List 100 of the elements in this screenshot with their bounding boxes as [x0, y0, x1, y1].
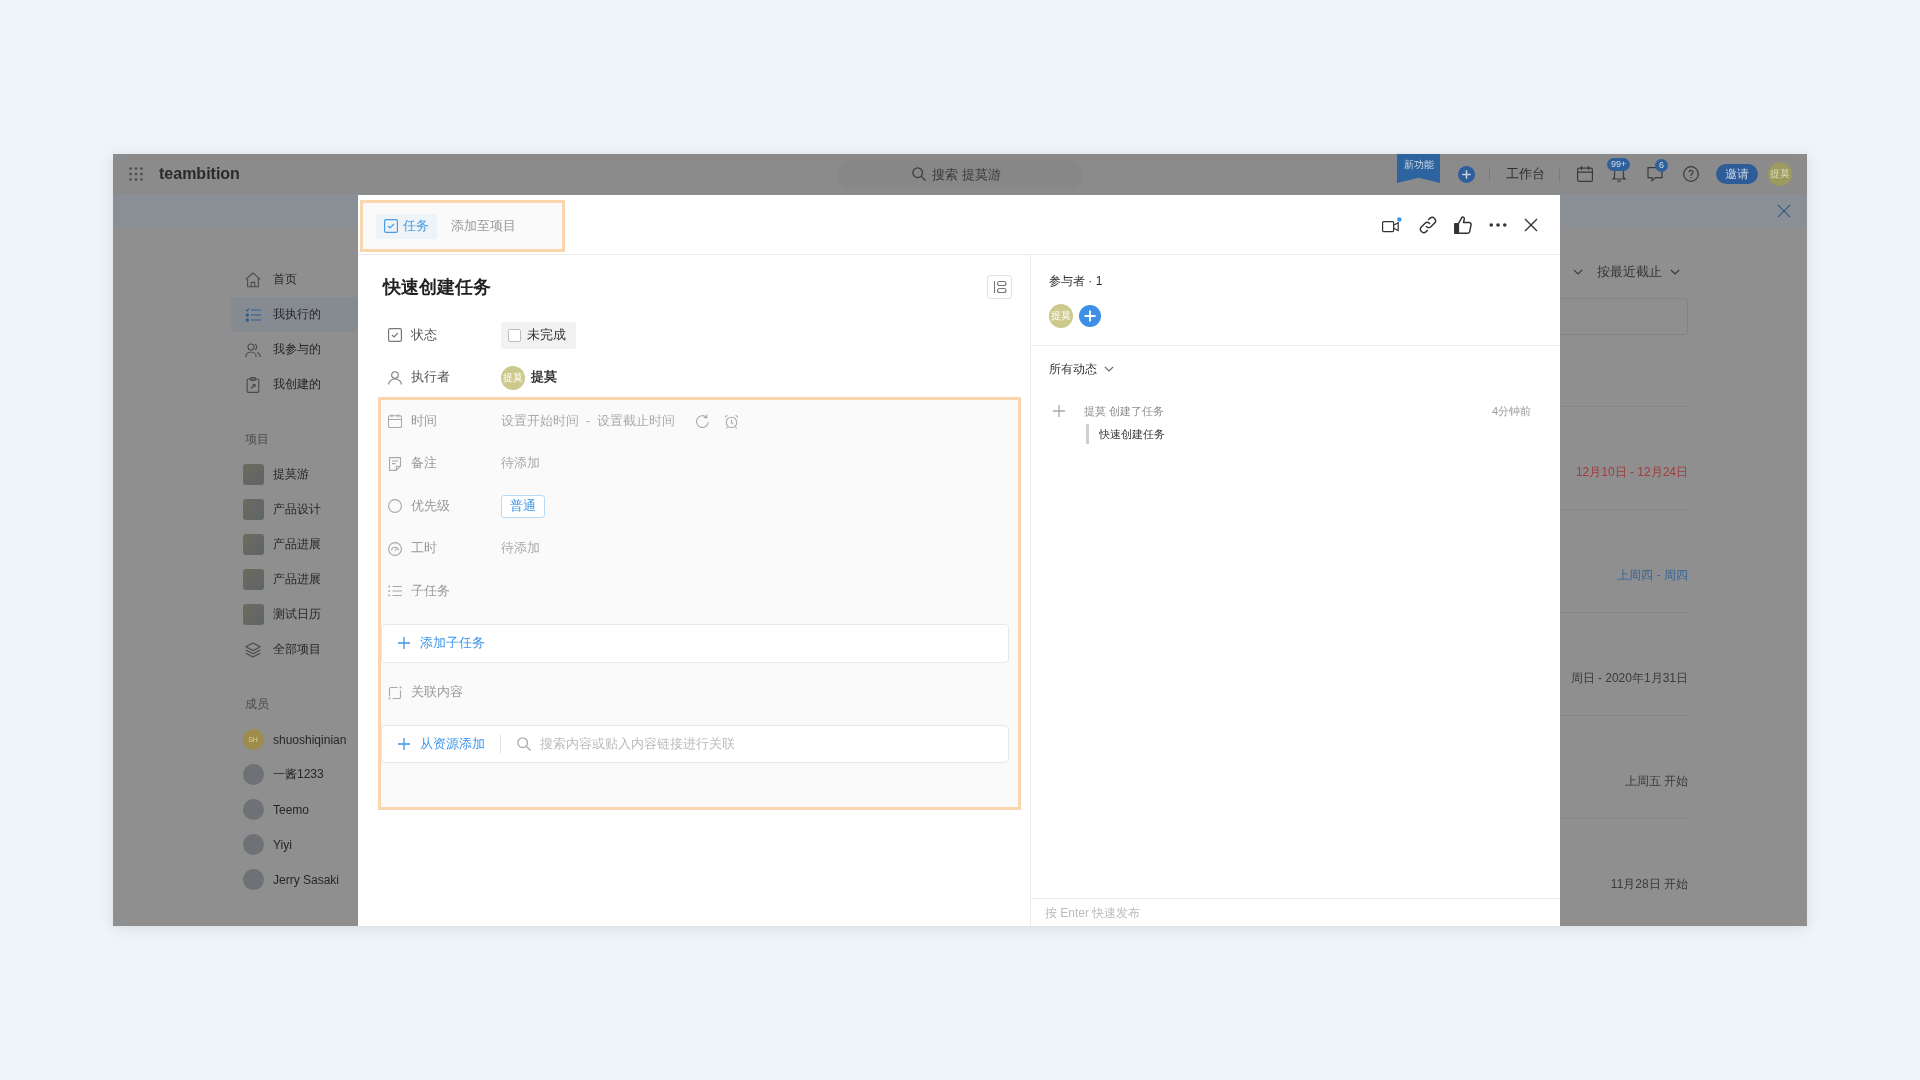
notification-count: 99+ — [1607, 158, 1631, 171]
note-icon — [388, 456, 402, 471]
home-icon — [245, 271, 261, 288]
section-heading: 项目 — [244, 431, 269, 448]
invite-button[interactable]: 邀请 — [1716, 164, 1758, 184]
task-title: 快速创建任务 — [383, 276, 491, 299]
member-avatar — [242, 834, 264, 855]
calendar-icon[interactable] — [1577, 166, 1593, 182]
layout-icon — [992, 280, 1007, 294]
priority-tag[interactable]: 普通 — [501, 494, 545, 518]
project-item[interactable]: 产品进展 — [231, 527, 358, 562]
layers-icon — [245, 641, 261, 658]
nav-item[interactable]: 我执行的 — [231, 297, 358, 332]
field-label: 关联内容 — [411, 684, 463, 702]
member-avatar — [242, 869, 264, 890]
activity-quote: 快速创建任务 — [1086, 424, 1165, 444]
gauge-icon — [388, 541, 402, 556]
due-date: 12月10日 - 12月24日 — [1575, 465, 1688, 479]
plus-icon — [398, 637, 410, 649]
tab[interactable]: 添加至项目 — [443, 213, 524, 239]
field-label: 时间 — [411, 412, 437, 430]
project-item[interactable]: 提莫游 — [231, 457, 358, 492]
due-date: 上周五 开始 — [1624, 774, 1688, 788]
list-icon — [388, 584, 402, 599]
checkbox[interactable] — [508, 328, 521, 342]
project-item[interactable]: 测试日历 — [231, 597, 358, 632]
chevron-down-icon[interactable] — [1573, 269, 1583, 275]
project-thumbnail — [242, 499, 264, 520]
layout-toggle-button[interactable] — [987, 275, 1012, 299]
search-field[interactable]: 搜索 提莫游 — [837, 160, 1083, 188]
due-date: 11月28日 开始 — [1610, 877, 1688, 891]
project-item[interactable]: 产品进展 — [231, 562, 358, 597]
search-input[interactable]: 搜索 提莫游 — [932, 166, 1008, 182]
member-item[interactable]: Jerry Sasaki — [231, 862, 358, 897]
link-search-field[interactable]: 搜索内容或贴入内容链接进行关联 — [540, 737, 998, 751]
plus-icon — [1053, 405, 1065, 417]
add-subtask-button[interactable]: 添加子任务 — [381, 623, 1009, 663]
assignee-name[interactable]: 提莫 — [531, 369, 557, 387]
help-icon[interactable] — [1683, 166, 1699, 182]
member-item[interactable]: Yiyi — [231, 827, 358, 862]
project-thumbnail — [242, 604, 264, 625]
field-label: 状态 — [411, 326, 437, 344]
circle-icon — [388, 499, 402, 514]
member-item[interactable]: Teemo — [231, 792, 358, 827]
checkbox-icon — [384, 219, 398, 233]
member-avatar — [242, 799, 264, 820]
add-participant-icon[interactable] — [1079, 305, 1101, 327]
status-button[interactable]: 未完成 — [501, 321, 576, 349]
field-label: 执行者 — [411, 369, 450, 387]
nav-item[interactable]: 我创建的 — [231, 367, 358, 402]
due-date: 周日 - 2020年1月31日 — [1570, 671, 1688, 685]
sort-dropdown[interactable]: 按最近截止 — [1597, 263, 1680, 281]
link-icon[interactable] — [1419, 215, 1437, 234]
project-thumbnail — [242, 534, 264, 555]
calendar-icon — [388, 414, 402, 429]
project-item[interactable]: 产品设计 — [231, 492, 358, 527]
tab[interactable]: 任务 — [376, 213, 437, 239]
chevron-down-icon — [1104, 366, 1114, 372]
comment-field[interactable]: 按 Enter 快速发布 — [1045, 905, 1345, 920]
project-item[interactable]: 全部项目 — [231, 632, 358, 667]
video-camera-icon[interactable] — [1382, 216, 1402, 233]
checkbox-icon — [388, 328, 402, 343]
message-count: 6 — [1655, 159, 1668, 172]
message-icon[interactable] — [1647, 166, 1663, 182]
project-thumbnail — [242, 569, 264, 590]
search-icon — [912, 167, 926, 181]
task-list-icon — [245, 306, 261, 323]
activity-text: 提莫 创建了任务 — [1084, 403, 1165, 419]
nav-item[interactable]: 首页 — [231, 262, 358, 297]
project-thumbnail — [242, 464, 264, 485]
add-icon[interactable] — [1458, 165, 1475, 183]
apps-grid-icon[interactable] — [129, 167, 143, 181]
field-label: 子任务 — [411, 582, 450, 600]
activity-filter-dropdown[interactable]: 所有动态 — [1049, 360, 1114, 378]
participants-title: 参与者 · 1 — [1049, 273, 1103, 290]
participant-avatar: 提莫 — [1049, 304, 1073, 328]
alarm-clock-icon[interactable] — [724, 413, 740, 429]
close-icon[interactable] — [1524, 217, 1538, 232]
field-label: 工时 — [411, 540, 437, 558]
refresh-icon[interactable] — [695, 413, 711, 429]
activity-time: 4分钟前 — [1491, 403, 1531, 419]
link-resource-bar[interactable]: 从资源添加 搜索内容或贴入内容链接进行关联 — [381, 725, 1009, 763]
new-feature-badge[interactable]: 新功能 — [1397, 154, 1440, 183]
search-icon — [517, 737, 531, 751]
nav-item[interactable]: 我参与的 — [231, 332, 358, 367]
add-from-resource-button[interactable]: 从资源添加 — [398, 735, 485, 753]
link-square-icon — [388, 685, 402, 700]
person-icon — [388, 370, 402, 385]
user-avatar: 提莫 — [501, 365, 525, 390]
field-label: 优先级 — [411, 497, 450, 515]
thumbs-up-icon[interactable] — [1454, 215, 1472, 234]
logo-text: teambition — [159, 165, 240, 183]
field-label: 备注 — [411, 455, 437, 473]
member-item[interactable]: 一酱1233 — [231, 757, 358, 792]
workbench-link[interactable]: 工作台 — [1506, 165, 1545, 183]
range-separator: - — [586, 414, 591, 429]
due-date: 上周四 - 周四 — [1617, 568, 1688, 582]
plus-icon — [398, 738, 410, 750]
clipboard-icon — [245, 376, 261, 393]
people-icon — [245, 341, 261, 358]
